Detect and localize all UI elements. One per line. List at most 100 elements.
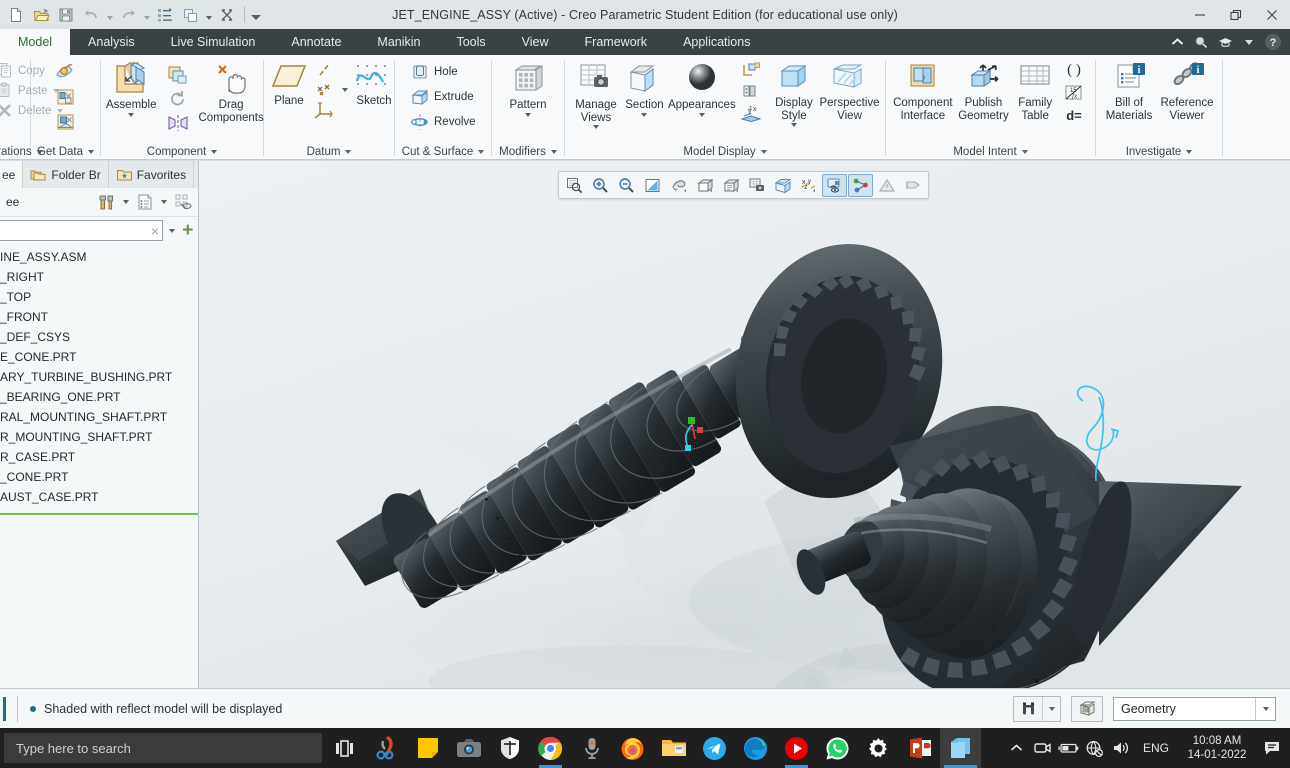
tree-item-rear-mounting-shaft[interactable]: R_MOUNTING_SHAFT.PRT: [0, 427, 198, 447]
clock[interactable]: 10:08 AM 14-01-2022: [1178, 734, 1256, 762]
model-display-expand-arrow[interactable]: [760, 149, 767, 154]
tab-framework[interactable]: Framework: [567, 29, 666, 55]
family-table-button[interactable]: Family Table: [1012, 59, 1058, 122]
tree-item-bearing-one[interactable]: _BEARING_ONE.PRT: [0, 387, 198, 407]
taskbar-telegram[interactable]: [694, 728, 735, 768]
datum-display-filters-icon[interactable]: [692, 174, 717, 197]
tree-item-assembly[interactable]: INE_ASSY.ASM: [0, 247, 198, 267]
taskbar-creo[interactable]: [940, 728, 981, 768]
task-view-button[interactable]: [322, 728, 366, 768]
collapse-ribbon-icon[interactable]: [1166, 31, 1188, 53]
zoom-out-icon[interactable]: [614, 174, 639, 197]
tree-item-datum-top[interactable]: _TOP: [0, 287, 198, 307]
nav-tab-model-tree[interactable]: ee: [0, 161, 24, 188]
tab-applications[interactable]: Applications: [665, 29, 768, 55]
open-file-button[interactable]: [29, 3, 53, 27]
display-style-button[interactable]: Display Style: [769, 59, 819, 127]
create-component-button[interactable]: [163, 63, 193, 85]
switch-dimensions-button[interactable]: d=: [1058, 106, 1090, 124]
tree-item-datum-front[interactable]: _FRONT: [0, 307, 198, 327]
volume-tray-icon[interactable]: [1108, 728, 1134, 768]
close-window-button[interactable]: [215, 3, 239, 27]
selection-filter-arrow[interactable]: [1255, 697, 1275, 720]
get-data-expand-arrow[interactable]: [88, 149, 95, 154]
new-file-button[interactable]: [4, 3, 28, 27]
search-icon[interactable]: [1190, 31, 1212, 53]
undo-dropdown-arrow[interactable]: [104, 3, 115, 27]
search-input-field[interactable]: [0, 223, 151, 238]
binoculars-search-icon[interactable]: [1014, 697, 1042, 721]
extrude-button[interactable]: Extrude: [407, 87, 479, 107]
tab-manikin[interactable]: Manikin: [359, 29, 438, 55]
taskbar-firefox[interactable]: [612, 728, 653, 768]
window-button[interactable]: [178, 3, 202, 27]
tab-analysis[interactable]: Analysis: [70, 29, 153, 55]
component-interface-button[interactable]: Component Interface: [891, 59, 955, 122]
layers-button[interactable]: [737, 61, 769, 80]
sketch-button[interactable]: Sketch: [353, 59, 395, 108]
drag-components-button[interactable]: Drag Components: [199, 59, 264, 124]
refit-icon[interactable]: [562, 174, 587, 197]
clear-search-icon[interactable]: ×: [151, 223, 159, 239]
add-search-criteria-button[interactable]: +: [181, 220, 195, 242]
tab-model[interactable]: Model: [0, 29, 71, 55]
section-dropdown-arrow[interactable]: [641, 112, 648, 117]
search-input[interactable]: ×: [0, 220, 164, 241]
taskbar-powerpoint[interactable]: [899, 728, 940, 768]
reference-viewer-button[interactable]: i Reference Viewer: [1157, 59, 1217, 122]
tree-item-datum-right[interactable]: _RIGHT: [0, 267, 198, 287]
regenerate-button[interactable]: [153, 3, 177, 27]
view-manager-button[interactable]: [737, 83, 769, 100]
tree-item-exhaust-case[interactable]: AUST_CASE.PRT: [0, 487, 198, 507]
taskbar-windows-security[interactable]: [489, 728, 530, 768]
tab-tools[interactable]: Tools: [438, 29, 503, 55]
mirror-component-button[interactable]: [163, 113, 193, 133]
display-style-toggle-icon[interactable]: [822, 173, 847, 197]
datum-axis-button[interactable]: [311, 60, 351, 79]
minimize-button[interactable]: [1182, 0, 1218, 29]
tree-display-arrow[interactable]: [158, 191, 170, 213]
tree-item-def-csys[interactable]: _DEF_CSYS: [0, 327, 198, 347]
taskbar-settings[interactable]: [858, 728, 899, 768]
pattern-button[interactable]: Pattern: [497, 59, 559, 117]
point-dropdown-arrow[interactable]: [342, 87, 348, 92]
taskbar-snipping-tool[interactable]: [366, 728, 407, 768]
datum-plane-button[interactable]: Plane: [269, 59, 309, 108]
investigate-expand-arrow[interactable]: [1186, 149, 1193, 154]
csys-display-icon[interactable]: xyz: [796, 174, 821, 197]
tree-filter-icon[interactable]: [172, 191, 194, 213]
view-manager-icon[interactable]: [770, 174, 795, 197]
appearance-gallery-icon[interactable]: [848, 173, 873, 197]
taskbar-whatsapp[interactable]: [817, 728, 858, 768]
battery-tray-icon[interactable]: [1056, 728, 1082, 768]
annotation-display-icon[interactable]: [718, 174, 743, 197]
spin-center-icon[interactable]: [666, 174, 691, 197]
modifiers-expand-arrow[interactable]: [550, 149, 557, 154]
search-dropdown-button[interactable]: [1043, 697, 1060, 721]
graphics-viewport[interactable]: xyz: [199, 161, 1290, 688]
revolve-button[interactable]: Revolve: [407, 112, 479, 132]
section-display-icon[interactable]: [900, 174, 925, 197]
cut-surface-expand-arrow[interactable]: [478, 149, 485, 154]
publish-geometry-button[interactable]: Publish Geometry: [955, 59, 1013, 122]
bill-of-materials-button[interactable]: i Bill of Materials: [1101, 59, 1157, 122]
restore-button[interactable]: [1218, 0, 1254, 29]
zoom-in-icon[interactable]: [588, 174, 613, 197]
relations-button[interactable]: 15 fx: [1058, 83, 1090, 102]
screen-capture-tray-icon[interactable]: [1030, 728, 1056, 768]
parameters-button[interactable]: ( ): [1058, 60, 1090, 79]
tab-annotate[interactable]: Annotate: [273, 29, 359, 55]
perspective-icon[interactable]: [874, 174, 899, 197]
datum-point-button[interactable]: [311, 80, 351, 99]
shrinkwrap-button[interactable]: [50, 111, 82, 133]
appearances-dropdown-arrow[interactable]: [698, 112, 705, 117]
selection-filter-select[interactable]: Geometry: [1113, 696, 1276, 721]
tab-view[interactable]: View: [504, 29, 567, 55]
taskbar-edge[interactable]: [735, 728, 776, 768]
section-button[interactable]: Section: [622, 59, 667, 117]
tree-item-central-mounting-shaft[interactable]: RAL_MOUNTING_SHAFT.PRT: [0, 407, 198, 427]
window-dropdown-arrow[interactable]: [203, 3, 214, 27]
show-hidden-icons-chevron[interactable]: [1004, 728, 1030, 768]
saved-orientations-icon[interactable]: [744, 174, 769, 197]
tree-item-cone[interactable]: E_CONE.PRT: [0, 347, 198, 367]
